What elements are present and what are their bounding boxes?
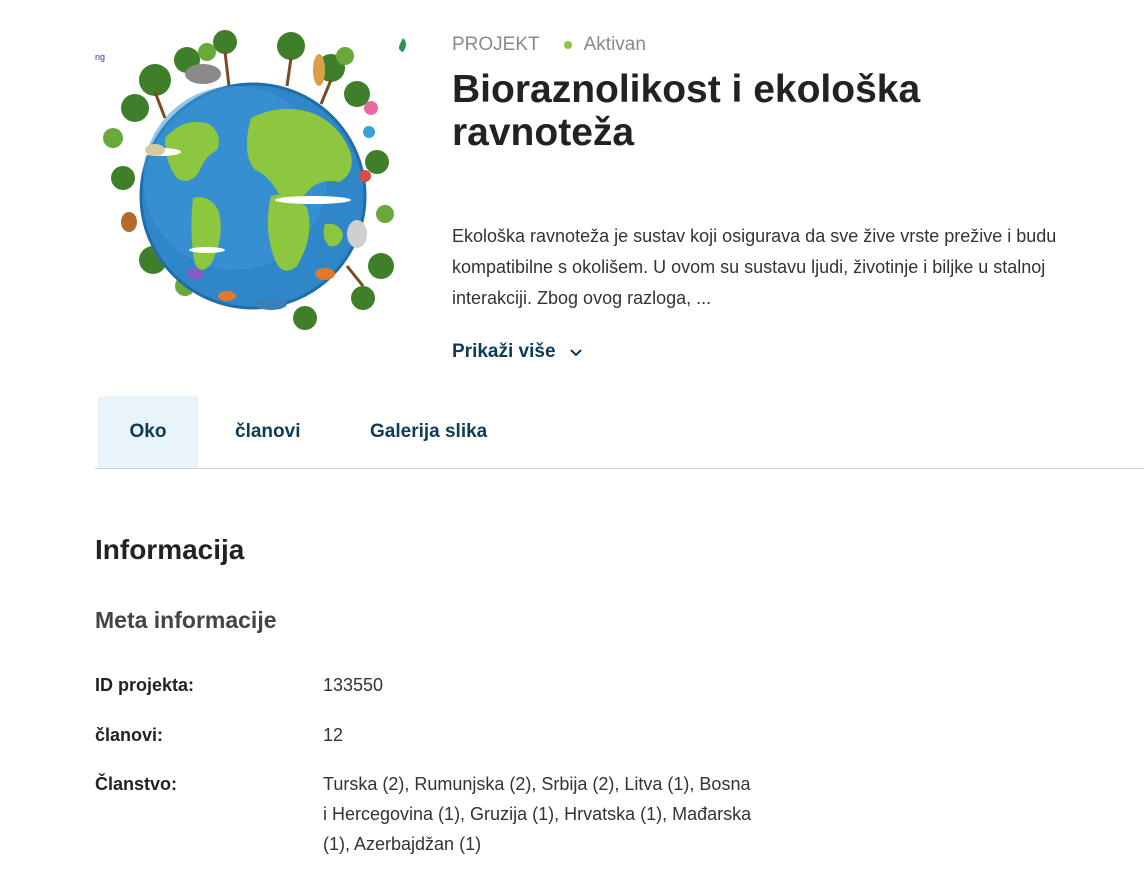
- info-value: Turska (2), Rumunjska (2), Srbija (2), L…: [323, 774, 752, 854]
- project-title: Bioraznolikost i ekološka ravnoteža: [452, 68, 921, 154]
- info-value: 12: [323, 725, 344, 745]
- tab-galerija-slika[interactable]: Galerija slika: [370, 396, 487, 468]
- hero-corner-text: ng: [95, 52, 105, 62]
- show-more-label: Prikaži više: [452, 341, 556, 362]
- section-title: Informacija: [95, 534, 245, 565]
- tab-label: članovi: [235, 421, 301, 442]
- project-type-label: PROJEKT: [452, 34, 540, 55]
- project-tabs: Oko članovi Galerija slika: [95, 396, 1144, 469]
- project-description: Ekološka ravnoteža je sustav koji osigur…: [452, 226, 1057, 308]
- tab-clanovi[interactable]: članovi: [235, 396, 300, 468]
- subsection-title: Meta informacije: [95, 607, 277, 633]
- show-more-button[interactable]: Prikaži više: [452, 341, 582, 363]
- info-label: ID projekta:: [95, 675, 195, 695]
- tab-label: Galerija slika: [370, 421, 488, 442]
- status-dot-icon: [563, 41, 572, 49]
- info-label: Članstvo:: [95, 774, 178, 794]
- tab-oko[interactable]: Oko: [98, 396, 198, 468]
- project-hero-image: ng: [95, 28, 411, 344]
- info-value: 133550: [323, 675, 384, 695]
- tab-label: Oko: [129, 421, 167, 442]
- info-label: članovi:: [95, 725, 164, 745]
- project-meta-line: PROJEKT Aktivan: [452, 34, 646, 56]
- earth-biodiversity-icon: ng: [95, 30, 406, 330]
- chevron-down-icon: [569, 341, 582, 363]
- project-status-label: Aktivan: [583, 34, 646, 55]
